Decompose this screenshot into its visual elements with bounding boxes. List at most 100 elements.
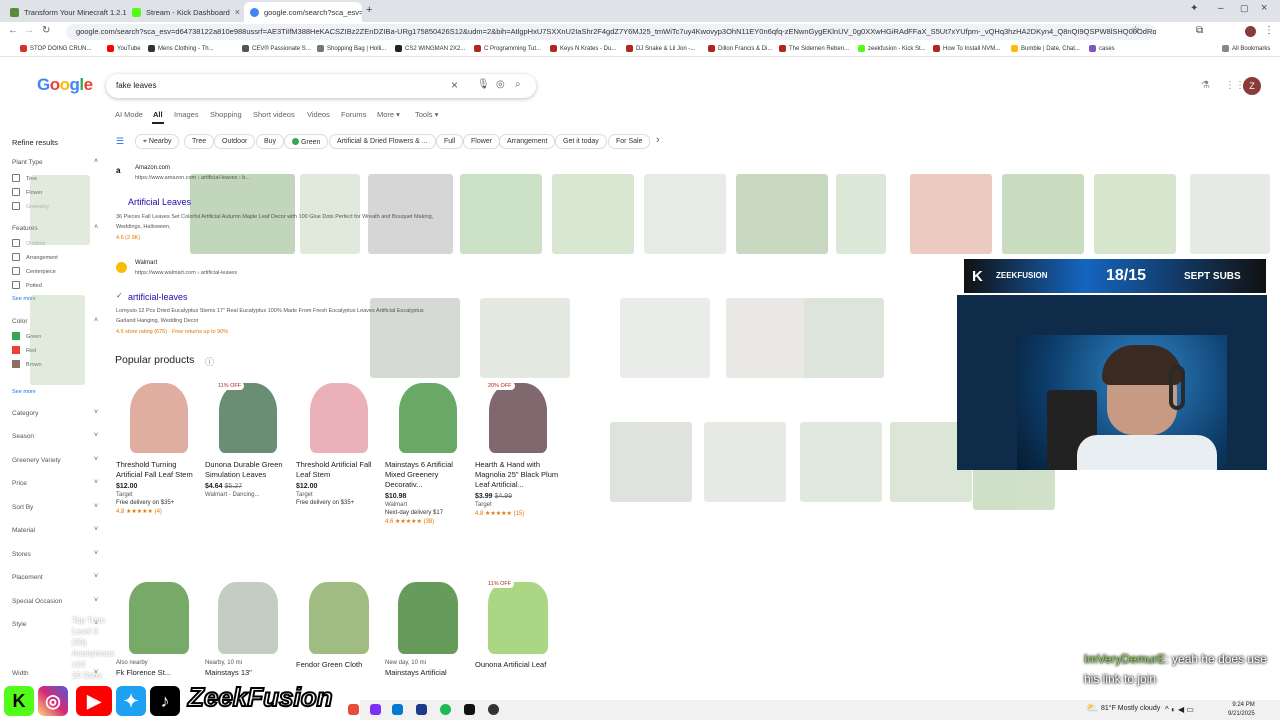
result-url[interactable]: https://www.walmart.com › artificial-lea… xyxy=(135,270,237,276)
checkbox[interactable] xyxy=(12,281,20,289)
product-name[interactable]: Mainstays 6 Artificial Mixed Greenery De… xyxy=(385,460,471,490)
result-title[interactable]: artificial-leaves xyxy=(128,292,188,302)
filter-settings-icon[interactable]: ☰ xyxy=(116,136,124,147)
tab-images[interactable]: Images xyxy=(174,110,199,119)
see-more-link[interactable]: See more xyxy=(12,389,36,395)
bookmark-item[interactable]: The Sidemen Reben... xyxy=(779,45,849,52)
microphone-icon[interactable]: 🎙 xyxy=(477,79,490,90)
product-card[interactable]: New day, 10 mi Mainstays Artificial xyxy=(385,578,471,678)
product-name[interactable]: Threshold Turning Artificial Fall Leaf S… xyxy=(116,460,202,480)
chip-buy[interactable]: Buy xyxy=(256,134,285,149)
sidebar-section-sort-by[interactable]: Sort By xyxy=(12,504,33,511)
chip-get-it-today[interactable]: Get it today xyxy=(555,134,607,149)
apps-grid-icon[interactable]: ⋮⋮ xyxy=(1225,80,1245,91)
product-card[interactable]: Threshold Turning Artificial Fall Leaf S… xyxy=(116,378,202,515)
product-name[interactable]: Mainstays Artificial xyxy=(385,668,471,678)
bookmark-item[interactable]: How To Install NVM... xyxy=(933,45,1000,52)
chip-full[interactable]: Full xyxy=(436,134,464,149)
profile-avatar[interactable] xyxy=(1245,26,1256,37)
tab-more[interactable]: More ▾ xyxy=(377,110,400,119)
chevron-down-icon[interactable]: ˅ xyxy=(94,526,98,533)
bookmark-item[interactable]: cases xyxy=(1089,45,1115,52)
extensions-star-icon[interactable]: ✦ xyxy=(1190,3,1198,14)
color-heading[interactable]: Color xyxy=(12,318,28,325)
browser-tab-google[interactable]: google.com/search?sca_esv=6 × xyxy=(244,2,362,22)
bookmark-item[interactable]: DJ Snake & Lil Jon -... xyxy=(626,45,695,52)
tab-forums[interactable]: Forums xyxy=(341,110,366,119)
tab-videos[interactable]: Videos xyxy=(307,110,330,119)
product-name[interactable]: Dunona Durable Green Simulation Leaves xyxy=(205,460,291,480)
sidebar-section-material[interactable]: Material xyxy=(12,527,35,534)
bookmark-item[interactable]: CS2 WINGMAN 2X2... xyxy=(395,45,465,52)
browser-tab-kick[interactable]: Stream - Kick Dashboard × xyxy=(126,2,244,22)
product-name[interactable]: Hearth & Hand with Magnolia 25" Black Pl… xyxy=(475,460,561,490)
bookmark-item[interactable]: zeekfusion - Kick St... xyxy=(858,45,926,52)
sidebar-section-placement[interactable]: Placement xyxy=(12,574,43,581)
result-url[interactable]: https://www.amazon.com › artificial-leav… xyxy=(135,175,250,181)
account-avatar[interactable]: Z xyxy=(1243,77,1261,95)
bookmark-item[interactable]: C Programming Tut... xyxy=(474,45,541,52)
product-name[interactable]: Fk Florence St... xyxy=(116,668,202,678)
tab-short-videos[interactable]: Short videos xyxy=(253,110,295,119)
sidebar-section-special-occasion[interactable]: Special Occasion xyxy=(12,598,62,605)
product-image[interactable] xyxy=(205,378,291,458)
checkbox[interactable] xyxy=(12,188,20,196)
app-icon[interactable] xyxy=(370,704,381,715)
tab-ai-mode[interactable]: AI Mode xyxy=(115,110,143,119)
plant-type-heading[interactable]: Plant Type xyxy=(12,159,43,166)
sidebar-section-greenery-variety[interactable]: Greenery Variety xyxy=(12,457,61,464)
clear-icon[interactable]: × xyxy=(451,78,458,92)
new-tab-button[interactable]: + xyxy=(366,4,372,16)
product-card[interactable]: Threshold Artificial Fall Leaf Stem $12.0… xyxy=(296,378,382,508)
chip-tree[interactable]: Tree xyxy=(184,134,215,149)
close-tab-icon[interactable]: × xyxy=(235,7,240,17)
chip-artificial[interactable]: Artificial & Dried Flowers & ... xyxy=(329,134,436,149)
checkbox[interactable] xyxy=(12,202,20,210)
search-box[interactable]: fake leaves × 🎙 ◎ ⌕ xyxy=(106,74,536,98)
clock[interactable]: 9:24 PM 9/21/2025 xyxy=(1228,701,1255,719)
image-thumbnail[interactable] xyxy=(836,174,886,254)
product-card[interactable]: Mainstays 6 Artificial Mixed Greenery De… xyxy=(385,378,471,525)
tab-all[interactable]: All xyxy=(153,110,163,119)
chevron-down-icon[interactable]: ˅ xyxy=(94,503,98,510)
chevron-down-icon[interactable]: ˅ xyxy=(94,597,98,604)
product-card[interactable]: Hearth & Hand with Magnolia 25" Black Pl… xyxy=(475,378,561,517)
bookmark-item[interactable]: CEV® Passionate S... xyxy=(242,45,311,52)
chevron-up-icon[interactable]: ˄ xyxy=(94,317,98,324)
bookmark-item[interactable]: STOP DOING CRUN... xyxy=(20,45,91,52)
color-swatch[interactable] xyxy=(12,332,20,340)
extensions-icon[interactable]: ⧉ xyxy=(1196,25,1203,36)
image-thumbnail[interactable] xyxy=(1190,174,1270,254)
product-card[interactable]: Dunona Durable Green Simulation Leaves $4… xyxy=(205,378,291,500)
obs-icon[interactable] xyxy=(488,704,499,715)
product-image[interactable] xyxy=(205,578,291,658)
forward-icon[interactable]: → xyxy=(24,25,34,36)
product-card[interactable]: Also nearby Fk Florence St... xyxy=(116,578,202,678)
image-thumbnail[interactable] xyxy=(1094,174,1176,254)
bookmark-item[interactable]: Dillon Francis & Di... xyxy=(708,45,772,52)
product-name[interactable]: Mainstays 13" xyxy=(205,668,291,678)
image-thumbnail[interactable] xyxy=(480,298,570,378)
back-icon[interactable]: ← xyxy=(8,25,18,36)
image-thumbnail[interactable] xyxy=(704,422,786,502)
chevron-down-icon[interactable]: ˅ xyxy=(94,479,98,486)
image-thumbnail[interactable] xyxy=(726,298,816,378)
all-bookmarks[interactable]: All Bookmarks xyxy=(1222,45,1270,52)
tray-icons[interactable]: ^ ◐ ◀ ▭ xyxy=(1165,705,1194,714)
bookmark-item[interactable]: Shopping Bag | Holli... xyxy=(317,45,386,52)
image-thumbnail[interactable] xyxy=(1002,174,1084,254)
menu-kebab-icon[interactable]: ⋮ xyxy=(1264,25,1274,36)
product-card[interactable]: Nearby, 10 mi Mainstays 13" xyxy=(205,578,291,678)
weather-text[interactable]: 81°F Mostly cloudy xyxy=(1101,705,1160,712)
product-image[interactable] xyxy=(385,378,471,458)
chevron-up-icon[interactable]: ˄ xyxy=(94,158,98,165)
chevron-down-icon[interactable]: ˅ xyxy=(94,550,98,557)
bookmark-item[interactable]: Keys N Krates - Du... xyxy=(550,45,616,52)
sidebar-section-season[interactable]: Season xyxy=(12,433,34,440)
bookmark-star-icon[interactable]: ☆ xyxy=(1131,25,1140,36)
image-thumbnail[interactable] xyxy=(800,422,882,502)
checkbox[interactable] xyxy=(12,267,20,275)
spotify-icon[interactable] xyxy=(440,704,451,715)
bookmark-item[interactable]: Mens Clothing - Th... xyxy=(148,45,214,52)
product-image[interactable] xyxy=(116,378,202,458)
